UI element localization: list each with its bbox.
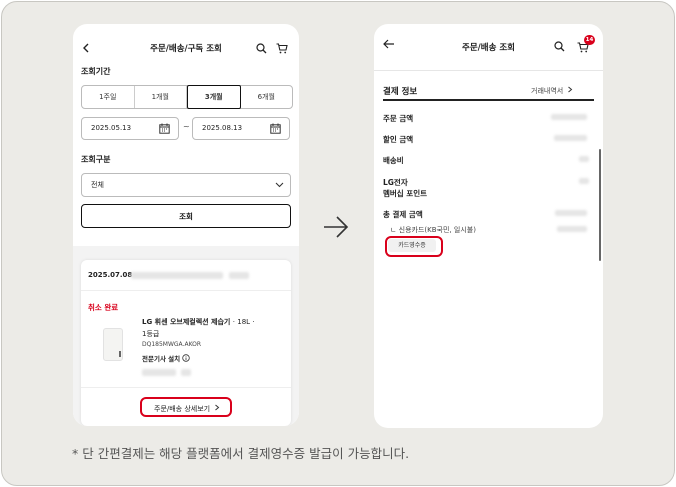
membership-points-label: 멤버십 포인트 xyxy=(383,189,428,198)
order-card: 2025.07.08 취소 완료 LG 휘센 오브제컬렉션 제습기 · 18L … xyxy=(81,260,291,426)
highlight-outline xyxy=(385,236,443,257)
cart-icon[interactable] xyxy=(276,43,288,54)
period-option-3months[interactable]: 3개월 xyxy=(187,85,241,109)
start-date-value: 2025.05.13 xyxy=(91,124,132,132)
start-date-field[interactable]: 2025.05.13 xyxy=(81,117,179,140)
period-option-1week[interactable]: 1주일 xyxy=(82,86,135,108)
blurred-discount-amount xyxy=(554,135,587,141)
period-label: 조회기간 xyxy=(81,67,111,76)
end-date-value: 2025.08.13 xyxy=(202,124,243,132)
order-status: 취소 완료 xyxy=(88,303,119,312)
period-selector: 1주일 1개월 3개월 6개월 xyxy=(81,85,293,109)
total-payment-label: 총 결제 금액 xyxy=(383,210,423,219)
section-divider xyxy=(383,99,594,101)
blurred-shipping-fee xyxy=(579,156,589,162)
shipping-fee-label: 배송비 xyxy=(383,156,404,165)
blurred-card-amount xyxy=(557,226,587,232)
chevron-down-icon xyxy=(275,182,284,188)
blurred-order-number xyxy=(131,272,223,279)
order-amount-label: 주문 금액 xyxy=(383,114,414,123)
calendar-icon xyxy=(270,123,281,134)
card-divider xyxy=(81,387,291,388)
category-select[interactable]: 전체 xyxy=(81,173,291,197)
category-value: 전체 xyxy=(91,181,104,189)
blurred-order-type xyxy=(229,272,249,279)
date-separator: ~ xyxy=(183,122,190,131)
end-date-field[interactable]: 2025.08.13 xyxy=(192,117,290,140)
period-option-6months[interactable]: 6개월 xyxy=(241,86,293,108)
scrollbar[interactable] xyxy=(599,149,601,261)
header: 주문/배송/구독 조회 xyxy=(73,24,299,70)
blurred-points xyxy=(579,178,589,184)
category-label: 조회구분 xyxy=(81,155,111,164)
info-icon[interactable] xyxy=(182,354,191,362)
lg-label: LG전자 xyxy=(383,178,408,187)
product-name: LG 휘센 오브제컬렉션 제습기 · 18L · xyxy=(142,318,255,326)
order-date: 2025.07.08 xyxy=(88,271,133,279)
cart-badge: 14 xyxy=(584,35,595,45)
calendar-icon xyxy=(159,123,170,134)
payment-method: ㄴ 신용카드(KB국민, 일시불) xyxy=(390,226,476,234)
product-image xyxy=(103,328,123,361)
order-detail-screen: 주문/배송 조회 14 결제 정보 거래내역서 주문 금액 할인 금액 배송비 … xyxy=(374,24,603,428)
search-icon[interactable] xyxy=(256,43,267,54)
product-grade: 1등급 xyxy=(142,330,160,338)
product-model: DQ185MWGA.AKOR xyxy=(142,341,202,348)
chevron-right-icon xyxy=(568,86,573,93)
blurred-order-amount xyxy=(551,114,587,120)
install-note: 전문기사 설치 xyxy=(142,353,191,363)
blurred-price xyxy=(142,369,176,376)
search-icon[interactable] xyxy=(554,41,565,52)
product-capacity: · 18L · xyxy=(232,318,255,326)
header: 주문/배송 조회 14 xyxy=(374,24,603,70)
header-divider xyxy=(374,70,603,71)
blurred-total-amount xyxy=(555,210,587,216)
card-divider xyxy=(81,290,291,291)
section-title: 결제 정보 xyxy=(383,87,418,97)
period-option-1month[interactable]: 1개월 xyxy=(135,86,187,108)
history-link[interactable]: 거래내역서 xyxy=(531,86,573,96)
arrow-right-icon xyxy=(324,216,349,238)
highlight-outline xyxy=(140,397,232,417)
footnote: * 단 간편결제는 해당 플랫폼에서 결제영수증 발급이 가능합니다. xyxy=(72,446,410,461)
blurred-quantity xyxy=(181,369,191,376)
order-list-screen: 주문/배송/구독 조회 조회기간 1주일 1개월 3개월 6개월 2025.05… xyxy=(73,24,299,426)
discount-amount-label: 할인 금액 xyxy=(383,135,414,144)
search-button[interactable]: 조회 xyxy=(81,204,291,228)
page-title: 주문/배송 조회 xyxy=(462,43,515,53)
